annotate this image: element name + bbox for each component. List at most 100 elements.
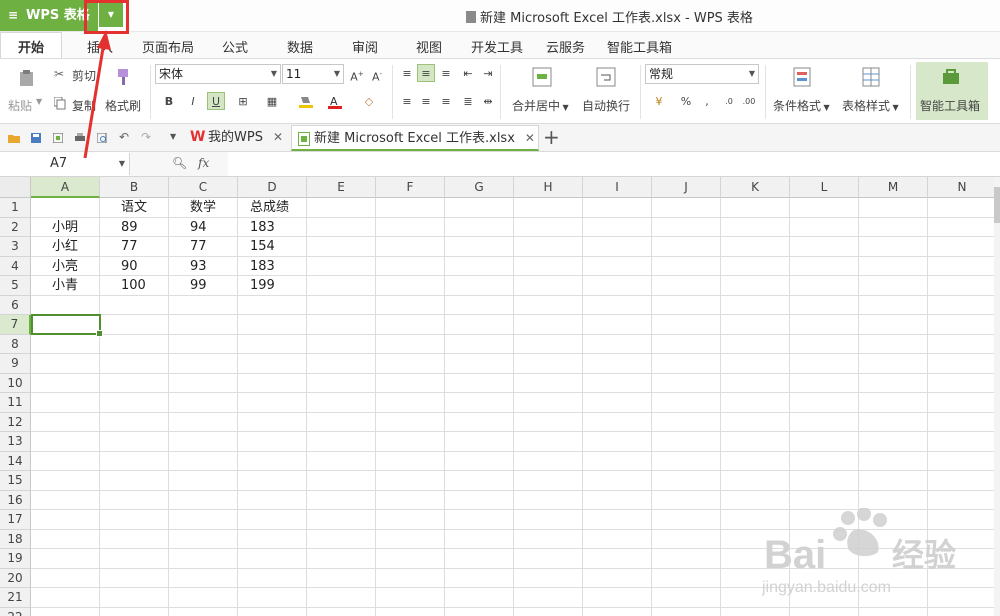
cell[interactable]: 77: [190, 237, 207, 256]
undo-icon[interactable]: ↶: [119, 130, 129, 144]
align-left-icon[interactable]: ≡: [398, 93, 416, 111]
row-header[interactable]: 22: [0, 607, 31, 616]
active-cell-cursor[interactable]: [31, 314, 103, 337]
column-header-e[interactable]: E: [307, 177, 376, 198]
row-header[interactable]: 13: [0, 432, 31, 452]
tab-data[interactable]: 数据: [287, 37, 313, 56]
tab-view[interactable]: 视图: [416, 37, 442, 56]
cell[interactable]: 90: [121, 257, 138, 276]
column-header-k[interactable]: K: [721, 177, 790, 198]
cell[interactable]: 总成绩: [250, 198, 289, 217]
distribute-icon[interactable]: ⇹: [479, 93, 497, 111]
print-icon[interactable]: [75, 133, 85, 143]
close-icon[interactable]: ✕: [273, 130, 283, 144]
row-header[interactable]: 19: [0, 549, 31, 569]
doc-tab-workbook[interactable]: 新建 Microsoft Excel 工作表.xlsx ✕: [291, 125, 539, 151]
align-bottom-icon[interactable]: ≡: [437, 65, 455, 83]
merge-center-button[interactable]: 合并居中 ▼: [512, 97, 569, 114]
column-header-m[interactable]: M: [859, 177, 928, 198]
tab-home[interactable]: 开始: [0, 32, 63, 59]
redo-icon[interactable]: ↷: [141, 130, 151, 144]
cell[interactable]: 小亮: [52, 257, 78, 276]
row-header[interactable]: 4: [0, 256, 31, 276]
select-all-corner[interactable]: [0, 177, 31, 198]
column-header-f[interactable]: F: [376, 177, 445, 198]
tab-cloud[interactable]: 云服务: [546, 37, 585, 56]
column-header-i[interactable]: I: [583, 177, 652, 198]
increase-indent-icon[interactable]: ⇥: [479, 65, 497, 83]
cell[interactable]: 100: [121, 276, 146, 295]
row-header[interactable]: 20: [0, 568, 31, 588]
copy-button[interactable]: 复制: [72, 97, 96, 114]
vertical-scrollbar[interactable]: [994, 177, 1000, 616]
cell[interactable]: 小明: [52, 218, 78, 237]
cell[interactable]: 99: [190, 276, 207, 295]
cell[interactable]: 93: [190, 257, 207, 276]
cell[interactable]: 183: [250, 218, 275, 237]
bold-button[interactable]: B: [160, 93, 178, 111]
row-header[interactable]: 10: [0, 373, 31, 393]
row-header[interactable]: 2: [0, 217, 31, 237]
row-header[interactable]: 21: [0, 588, 31, 608]
row-header[interactable]: 3: [0, 237, 31, 257]
tab-developer[interactable]: 开发工具: [471, 37, 523, 56]
row-header[interactable]: 9: [0, 354, 31, 374]
row-header[interactable]: 11: [0, 393, 31, 413]
save-as-icon[interactable]: [53, 133, 63, 143]
align-right-icon[interactable]: ≡: [437, 93, 455, 111]
comma-button[interactable]: ,: [698, 93, 716, 111]
align-top-icon[interactable]: ≡: [398, 65, 416, 83]
cell[interactable]: 89: [121, 218, 138, 237]
increase-decimal-icon[interactable]: .0: [720, 93, 738, 111]
number-format-select[interactable]: 常规 ▼: [645, 64, 759, 84]
cell[interactable]: 77: [121, 237, 138, 256]
insert-function-button[interactable]: fx: [198, 156, 209, 170]
merge-center-icon[interactable]: [532, 67, 552, 87]
doc-tab-my-wps[interactable]: W 我的WPS ✕: [186, 125, 290, 151]
font-size-select[interactable]: 11 ▼: [282, 64, 344, 84]
fill-color-icon[interactable]: [298, 95, 314, 109]
tab-smart-toolbox[interactable]: 智能工具箱: [607, 37, 672, 56]
column-header-b[interactable]: B: [100, 177, 169, 198]
justify-icon[interactable]: ≣: [459, 93, 477, 111]
print-preview-icon[interactable]: [97, 133, 107, 143]
cell[interactable]: 小青: [52, 276, 78, 295]
cell[interactable]: 语文: [121, 198, 147, 217]
name-box[interactable]: A7 ▼: [0, 153, 130, 175]
column-header-a[interactable]: A: [31, 177, 100, 198]
cell[interactable]: 154: [250, 237, 275, 256]
italic-button[interactable]: I: [184, 93, 202, 111]
row-header[interactable]: 8: [0, 334, 31, 354]
conditional-format-icon[interactable]: [793, 67, 811, 87]
wrap-text-button[interactable]: 自动换行: [582, 97, 630, 114]
cell[interactable]: 小红: [52, 237, 78, 256]
row-header[interactable]: 12: [0, 412, 31, 432]
fill-pattern-icon[interactable]: ▦: [263, 93, 281, 111]
row-header[interactable]: 14: [0, 451, 31, 471]
row-header[interactable]: 17: [0, 510, 31, 530]
decrease-font-icon[interactable]: A-: [368, 65, 386, 84]
column-header-h[interactable]: H: [514, 177, 583, 198]
underline-button[interactable]: U: [207, 92, 225, 110]
cell[interactable]: 199: [250, 276, 275, 295]
paste-button[interactable]: 粘贴: [8, 97, 32, 114]
clear-format-icon[interactable]: ◇: [360, 93, 378, 111]
align-middle-icon[interactable]: ≡: [417, 64, 435, 82]
row-header[interactable]: 6: [0, 295, 31, 315]
row-header[interactable]: 7: [0, 315, 31, 335]
column-header-d[interactable]: D: [238, 177, 307, 198]
tab-page-layout[interactable]: 页面布局: [142, 37, 194, 56]
row-header[interactable]: 1: [0, 198, 31, 218]
currency-icon[interactable]: ¥: [650, 93, 668, 111]
wrap-text-icon[interactable]: [596, 67, 616, 87]
decrease-decimal-icon[interactable]: .00: [740, 93, 758, 111]
save-icon[interactable]: [31, 133, 41, 143]
zoom-icon[interactable]: 🔍︎: [172, 156, 187, 170]
row-header[interactable]: 5: [0, 276, 31, 296]
tab-review[interactable]: 审阅: [352, 37, 378, 56]
align-center-icon[interactable]: ≡: [417, 93, 435, 111]
cell[interactable]: 94: [190, 218, 207, 237]
column-header-n[interactable]: N: [928, 177, 997, 198]
row-header[interactable]: 16: [0, 490, 31, 510]
decrease-indent-icon[interactable]: ⇤: [459, 65, 477, 83]
